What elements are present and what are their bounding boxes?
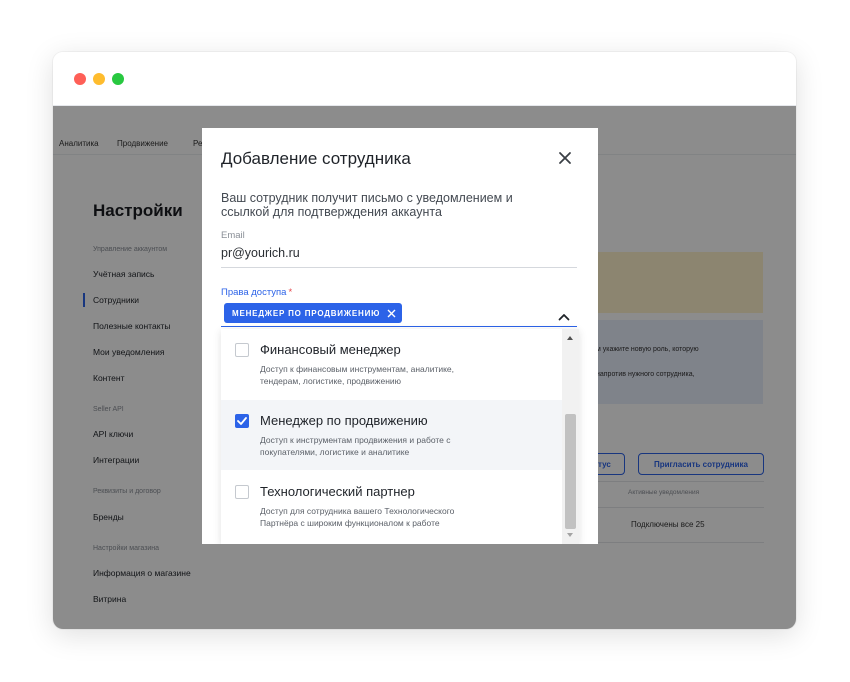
email-field[interactable]: pr@yourich.ru [221, 246, 300, 260]
option-description-line: покупателями, логистике и аналитике [260, 447, 410, 457]
access-rights-label-text: Права доступа [221, 287, 287, 298]
window-titlebar [53, 52, 796, 106]
add-employee-modal: Добавление сотрудника Ваш сотрудник полу… [202, 128, 598, 544]
option-description: Доступ к финансовым инструментам, аналит… [260, 363, 550, 387]
option-financial-manager[interactable]: Финансовый менеджер Доступ к финансовым … [221, 329, 562, 399]
option-title: Технологический партнер [260, 484, 415, 499]
option-description-line: Партнёра с широким функционалом к работе [260, 518, 440, 528]
modal-description: Ваш сотрудник получит письмо с уведомлен… [221, 191, 551, 219]
window-close-dot[interactable] [74, 73, 86, 85]
checkbox-tech-partner[interactable] [235, 485, 249, 499]
checkbox-promotion-manager[interactable] [235, 414, 249, 428]
selected-role-chip-label: МЕНЕДЖЕР ПО ПРОДВИЖЕНИЮ [232, 308, 381, 318]
modal-description-line-2: ссылкой для подтверждения аккаунта [221, 205, 442, 219]
email-underline [221, 267, 577, 268]
access-rights-dropdown: Финансовый менеджер Доступ к финансовым … [221, 329, 579, 544]
modal-title: Добавление сотрудника [221, 149, 411, 168]
option-description-line: тендерам, логистике, продвижению [260, 376, 402, 386]
selected-role-chip[interactable]: МЕНЕДЖЕР ПО ПРОДВИЖЕНИЮ [224, 303, 403, 323]
modal-description-line-1: Ваш сотрудник получит письмо с уведомлен… [221, 191, 513, 205]
access-rights-label: Права доступа * [221, 287, 292, 298]
option-description: Доступ к инструментам продвижения и рабо… [260, 434, 550, 458]
window-minimize-dot[interactable] [93, 73, 105, 85]
close-icon[interactable] [556, 149, 574, 167]
option-description-line: Доступ для сотрудника вашего Технологиче… [260, 506, 455, 516]
email-label: Email [221, 230, 245, 241]
option-title: Финансовый менеджер [260, 342, 401, 357]
option-description: Доступ для сотрудника вашего Технологиче… [260, 505, 550, 529]
access-rights-select-underline [221, 326, 577, 327]
scroll-down-arrow-icon[interactable] [567, 533, 573, 537]
window-maximize-dot[interactable] [112, 73, 124, 85]
option-description-line: Доступ к инструментам продвижения и рабо… [260, 435, 451, 445]
chip-remove-icon[interactable] [387, 309, 396, 318]
required-mark: * [288, 287, 293, 298]
option-promotion-manager[interactable]: Менеджер по продвижению Доступ к инструм… [221, 400, 562, 470]
option-title: Менеджер по продвижению [260, 413, 428, 428]
option-description-line: Доступ к финансовым инструментам, аналит… [260, 364, 455, 374]
scroll-up-arrow-icon[interactable] [567, 336, 573, 340]
scrollbar-thumb[interactable] [565, 414, 576, 529]
dropdown-scrollbar[interactable] [562, 329, 579, 544]
chevron-up-icon[interactable] [558, 308, 570, 321]
checkbox-financial-manager[interactable] [235, 343, 249, 357]
checkmark-icon [237, 417, 247, 425]
option-tech-partner[interactable]: Технологический партнер Доступ для сотру… [221, 471, 562, 541]
